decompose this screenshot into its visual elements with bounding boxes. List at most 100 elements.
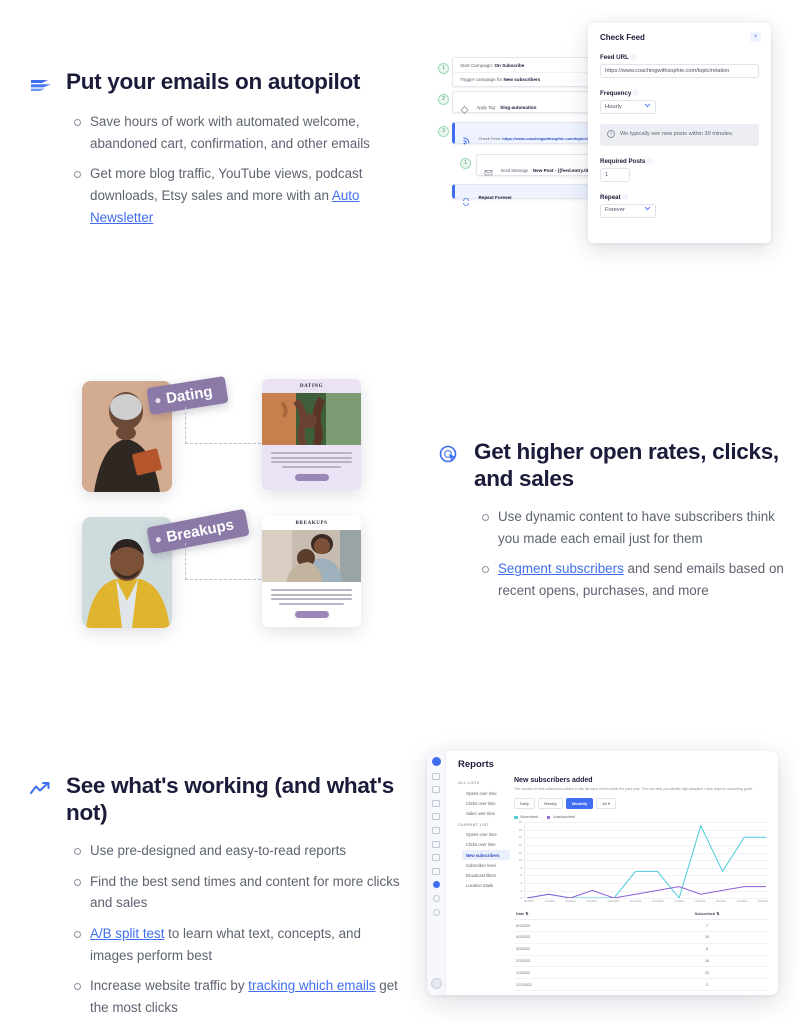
email-template-cta-button[interactable] (294, 473, 329, 481)
feed-url-label: Feed URL ⓘ (600, 54, 637, 61)
range-button-weekly[interactable]: Weekly (537, 798, 563, 810)
frequency-value: Hourly (605, 103, 622, 110)
sidebar-item-opens-list[interactable]: Opens over time (462, 830, 510, 840)
connector-line-vertical (185, 407, 186, 444)
table-row: 3/1/2023 8 (514, 944, 768, 956)
rail-icon-settings[interactable] (432, 894, 440, 902)
frequency-select[interactable]: Hourly (600, 100, 656, 114)
table-body: 5/1/2023 7 4/1/2023 19 3/1/2023 8 2/1/2023 16 1/… (514, 920, 768, 991)
sidebar-item-new-subscribers[interactable]: New subscribers (462, 849, 510, 861)
range-button-all[interactable]: All ▾ (596, 798, 616, 810)
sidebar-item-sales-all[interactable]: Sales over time (462, 808, 510, 818)
ab-split-test-link[interactable]: A/B split test (90, 926, 164, 941)
target-click-icon (436, 438, 462, 468)
x-tick-label: 11/1/2022 (629, 900, 642, 904)
y-tick-label: 0 (520, 896, 522, 901)
help-icon[interactable]: ⓘ (633, 91, 639, 97)
chart-gridline (525, 898, 768, 900)
table-row: 5/1/2023 7 (514, 920, 768, 933)
cell-date: 1/1/2023 (516, 970, 530, 975)
rail-icon-help[interactable] (432, 908, 440, 916)
rail-icon-messages[interactable] (432, 799, 440, 807)
step-number: 2 (438, 94, 449, 105)
y-tick-label: 10 (518, 858, 522, 863)
feature-block-open-rates: Get higher open rates, clicks, and sales… (436, 438, 792, 611)
table-row: 2/1/2023 16 (514, 956, 768, 968)
sidebar-item-broadcast-filters[interactable]: Broadcast filters (462, 870, 510, 880)
rail-icon-forms[interactable] (432, 826, 440, 834)
close-icon[interactable]: × (750, 32, 761, 42)
marketing-feature-page: Put your emails on autopilot Save hours … (0, 0, 798, 1024)
y-tick-label: 4 (520, 881, 522, 886)
y-tick-label: 12 (518, 850, 522, 855)
sidebar-item-opens-all[interactable]: Opens over time (462, 788, 510, 798)
table-row: 1/1/2023 13 (514, 967, 768, 980)
rail-icon-commerce[interactable] (432, 867, 440, 875)
feature-bullets: Save hours of work with automated welcom… (28, 111, 398, 229)
dialog-title: Check Feed (600, 33, 645, 42)
help-icon[interactable]: ⓘ (622, 195, 628, 201)
column-header-date[interactable]: Date ⇅ (514, 911, 646, 916)
cell-date: 5/1/2023 (516, 923, 530, 928)
y-tick-label: 14 (518, 843, 522, 848)
feature-heading-row: See what's working (and what's not) (28, 772, 400, 827)
reports-sidebar: ALL LISTS Opens over time Clicks over ti… (446, 777, 514, 995)
list-item: Use pre-designed and easy-to-read report… (74, 840, 400, 862)
x-tick-label: 3/1/2023 (716, 900, 727, 904)
cell-subscribed: 19 (705, 935, 710, 940)
repeat-select[interactable]: Forever (600, 203, 656, 218)
app-logo-icon[interactable] (431, 757, 441, 766)
repeat-label: Repeat ⓘ (600, 193, 628, 201)
email-template-heading: BREAKUPS (295, 521, 328, 526)
sidebar-item-clicks-all[interactable]: Clicks over time (462, 798, 510, 808)
rail-icon-automations[interactable] (432, 854, 440, 862)
required-posts-input[interactable]: 1 (600, 167, 630, 182)
page-title: Get higher open rates, clicks, and sales (474, 439, 779, 492)
avatar[interactable] (430, 978, 442, 989)
rail-icon-pages[interactable] (432, 840, 440, 848)
chart-plot-area (524, 822, 768, 900)
feature-block-autopilot: Put your emails on autopilot Save hours … (28, 68, 398, 238)
y-tick-label: 8 (520, 865, 522, 870)
feed-url-input[interactable]: https://www.coachingwithsophie.com/topic… (600, 64, 759, 78)
rss-icon (462, 132, 471, 144)
help-icon[interactable]: ⓘ (647, 159, 653, 165)
x-tick-label: 2/1/2023 (695, 900, 706, 904)
feature-bullets: Use dynamic content to have subscribers … (436, 506, 792, 602)
list-item: Get more blog traffic, YouTube views, po… (74, 163, 398, 228)
nav-group-label: CURRENT LIST (458, 822, 490, 827)
email-template-cta-button[interactable] (294, 610, 329, 618)
step-line-2: blog-automation (500, 105, 537, 110)
chart-line-unsubscribed (526, 886, 766, 899)
step-line-1: Repeat Forever (478, 195, 512, 201)
rail-icon-campaigns[interactable] (432, 813, 440, 821)
connector-line-vertical (185, 543, 186, 580)
cell-date: 12/1/2022 (516, 982, 532, 987)
step-number: 1 (460, 158, 471, 169)
envelope-icon (484, 164, 493, 175)
range-button-monthly[interactable]: Monthly (565, 798, 594, 810)
segment-subscribers-link[interactable]: Segment subscribers (498, 561, 624, 576)
connector-line-horizontal (185, 443, 261, 444)
rail-icon-dashboard[interactable] (432, 772, 440, 780)
email-template-dating: DATING (262, 379, 361, 490)
reports-dashboard-screenshot: Reports ALL LISTS Opens over time Clicks… (427, 751, 778, 995)
rail-icon-contacts[interactable] (432, 786, 440, 794)
y-tick-label: 16 (518, 835, 522, 840)
list-item: Segment subscribers and send emails base… (482, 558, 792, 601)
range-button-daily[interactable]: Daily (514, 798, 535, 810)
legend-item-subscribed: Subscribed (514, 815, 538, 819)
sidebar-item-subscriber-level[interactable]: Subscriber level (462, 860, 510, 870)
repeat-value: Forever (605, 207, 625, 213)
column-header-subscribed[interactable]: Subscribed ⇅ (646, 911, 768, 916)
segment-tag-breakups[interactable]: Breakups (146, 508, 251, 555)
rail-icon-reports[interactable] (432, 881, 440, 889)
sidebar-item-clicks-list[interactable]: Clicks over time (462, 840, 510, 850)
help-icon[interactable]: ⓘ (631, 55, 637, 61)
email-template-body (262, 445, 361, 490)
frequency-label: Frequency ⓘ (600, 90, 639, 97)
tracking-emails-link[interactable]: tracking which emails (248, 978, 375, 993)
paper-plane-icon (28, 68, 54, 98)
sidebar-item-location-totals[interactable]: Location totals (462, 881, 510, 891)
chart-x-axis: 6/1/2022 7/1/2022 8/1/2022 9/1/2022 10/1/202… (524, 900, 768, 903)
